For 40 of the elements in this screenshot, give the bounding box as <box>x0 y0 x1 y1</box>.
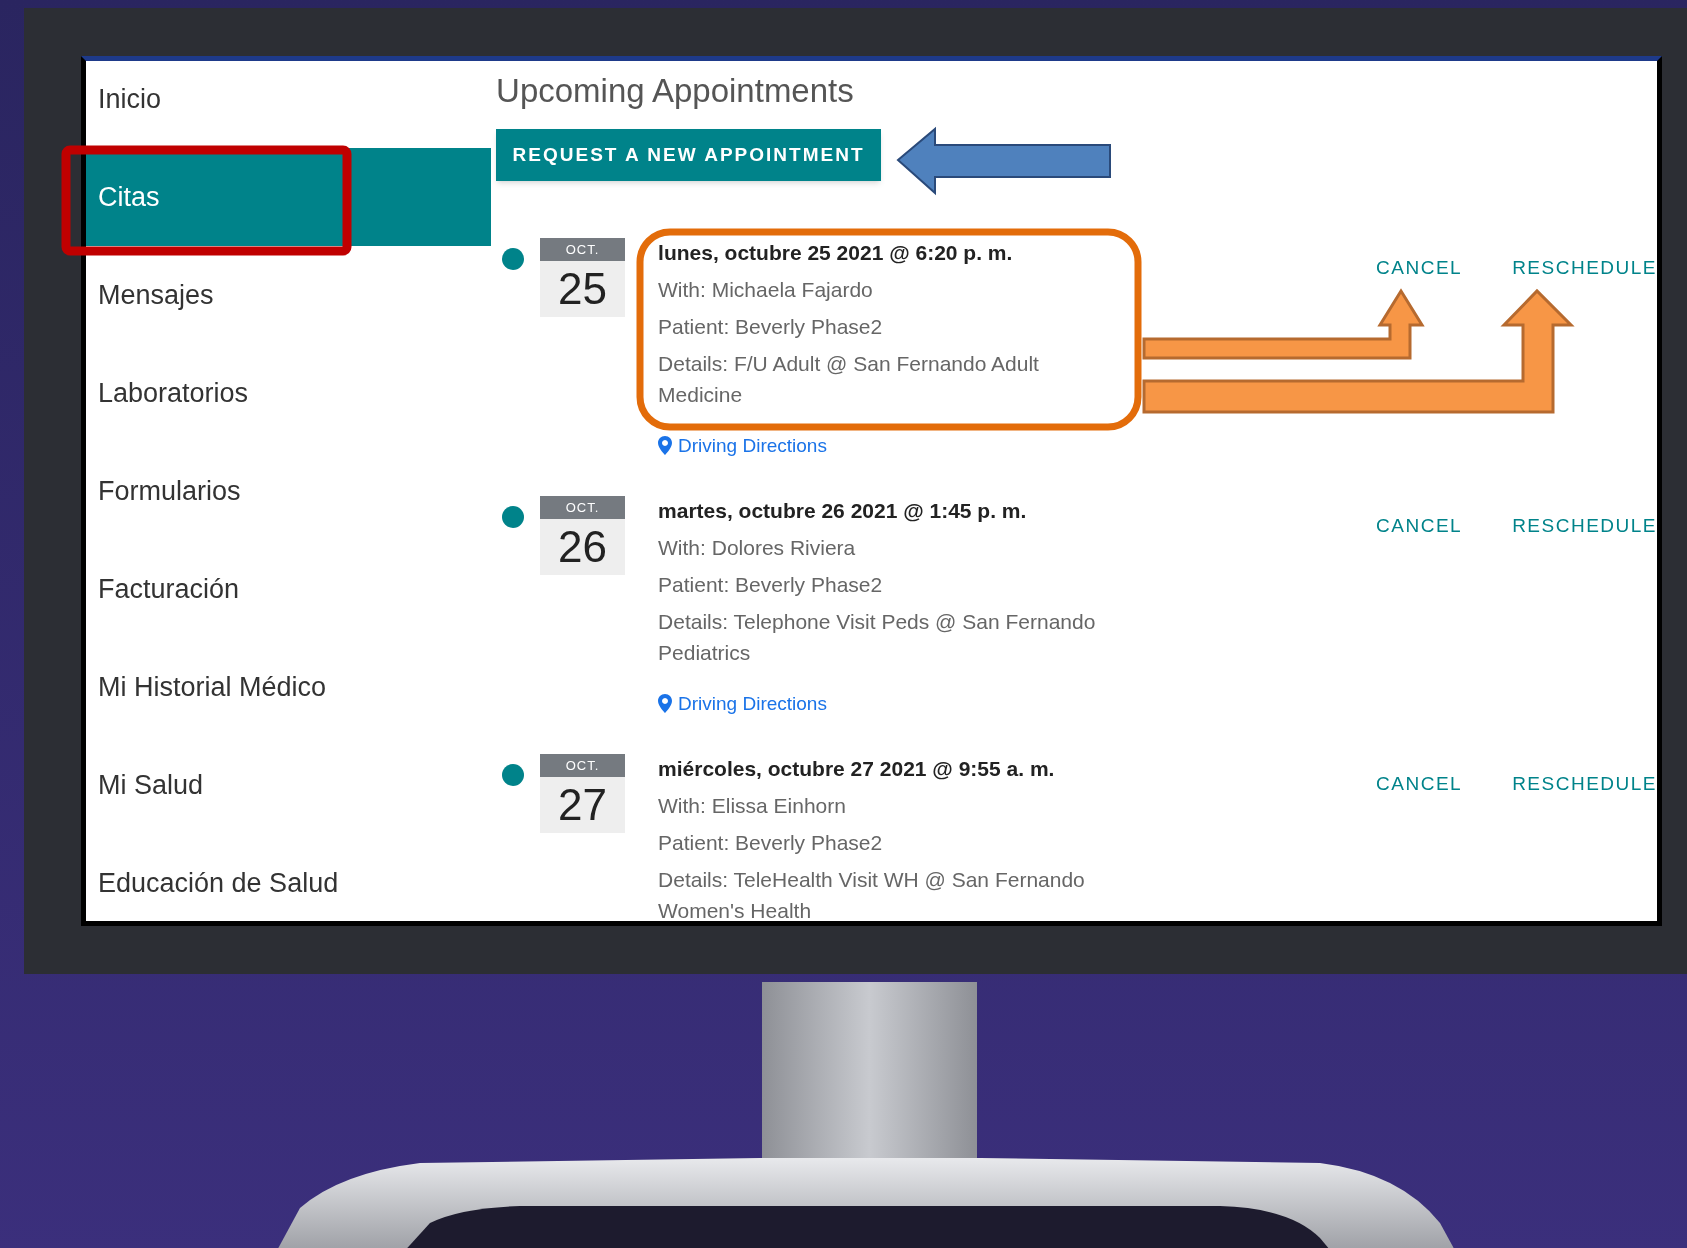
driving-directions-link[interactable]: Driving Directions <box>658 430 827 461</box>
patient-text: Patient: Beverly Phase2 <box>658 572 884 598</box>
calendar-month: OCT. <box>540 754 626 777</box>
provider-text: With: Michaela Fajardo <box>658 277 874 303</box>
sidebar-item[interactable]: Facturación <box>86 540 492 638</box>
sidebar-item[interactable]: Formularios <box>86 442 492 540</box>
calendar-day: 25 <box>540 261 626 317</box>
location-pin-icon <box>658 436 673 455</box>
sidebar-item[interactable]: Mi Historial Médico <box>86 638 492 736</box>
request-appointment-button[interactable]: REQUEST A NEW APPOINTMENT <box>496 129 882 181</box>
sidebar-item[interactable]: Mensajes <box>86 246 492 344</box>
patient-text: Patient: Beverly Phase2 <box>658 314 884 340</box>
cancel-button[interactable]: CANCEL <box>1376 770 1463 799</box>
patient-text: Patient: Beverly Phase2 <box>658 830 884 856</box>
calendar-month: OCT. <box>540 238 626 261</box>
sidebar-item[interactable]: Mi Salud <box>86 736 492 834</box>
reschedule-button[interactable]: RESCHEDULE <box>1512 770 1657 799</box>
page-title: Upcoming Appointments <box>496 71 854 111</box>
sidebar-item[interactable]: Inicio <box>86 61 492 148</box>
appointment-datetime: martes, octubre 26 2021 @ 1:45 p. m. <box>658 498 1028 524</box>
cancel-button[interactable]: CANCEL <box>1376 254 1463 283</box>
reschedule-button[interactable]: RESCHEDULE <box>1512 512 1657 541</box>
arrow-icon <box>896 126 1111 196</box>
details-text: Details: Telephone Visit Peds @ San Fernando Pediatrics <box>658 609 1097 666</box>
calendar-day: 27 <box>540 777 626 833</box>
calendar-month: OCT. <box>540 496 626 519</box>
driving-directions-link[interactable]: Driving Directions <box>658 688 827 719</box>
sidebar-item[interactable]: Laboratorios <box>86 344 492 442</box>
details-text: Details: F/U Adult @ San Fernando Adult Medicine <box>658 351 1040 408</box>
provider-text: With: Dolores Riviera <box>658 535 857 561</box>
reschedule-button[interactable]: RESCHEDULE <box>1512 254 1657 283</box>
appointment-datetime: miércoles, octubre 27 2021 @ 9:55 a. m. <box>658 756 1056 782</box>
cancel-button[interactable]: CANCEL <box>1376 512 1463 541</box>
sidebar-item[interactable]: Educación de Salud <box>86 834 492 921</box>
location-pin-icon <box>658 694 673 713</box>
calendar-day: 26 <box>540 519 626 575</box>
appointment-datetime: lunes, octubre 25 2021 @ 6:20 p. m. <box>658 240 1014 266</box>
sidebar-item[interactable]: Citas <box>86 148 492 246</box>
details-text: Details: TeleHealth Visit WH @ San Fernando Women's Health <box>658 867 1086 921</box>
provider-text: With: Elissa Einhorn <box>658 793 847 819</box>
